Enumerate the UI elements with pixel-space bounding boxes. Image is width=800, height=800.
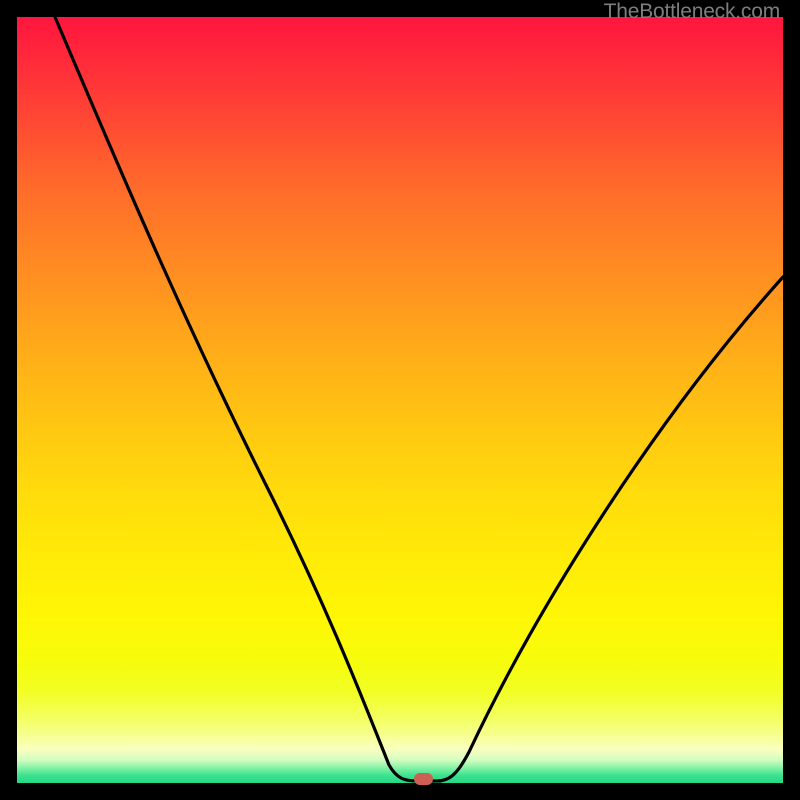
chart-plot-area — [17, 17, 783, 783]
attribution-label: TheBottleneck.com — [604, 0, 780, 24]
bottleneck-curve — [17, 17, 783, 783]
chart-frame: TheBottleneck.com — [0, 0, 800, 800]
optimal-point-marker — [414, 773, 433, 785]
